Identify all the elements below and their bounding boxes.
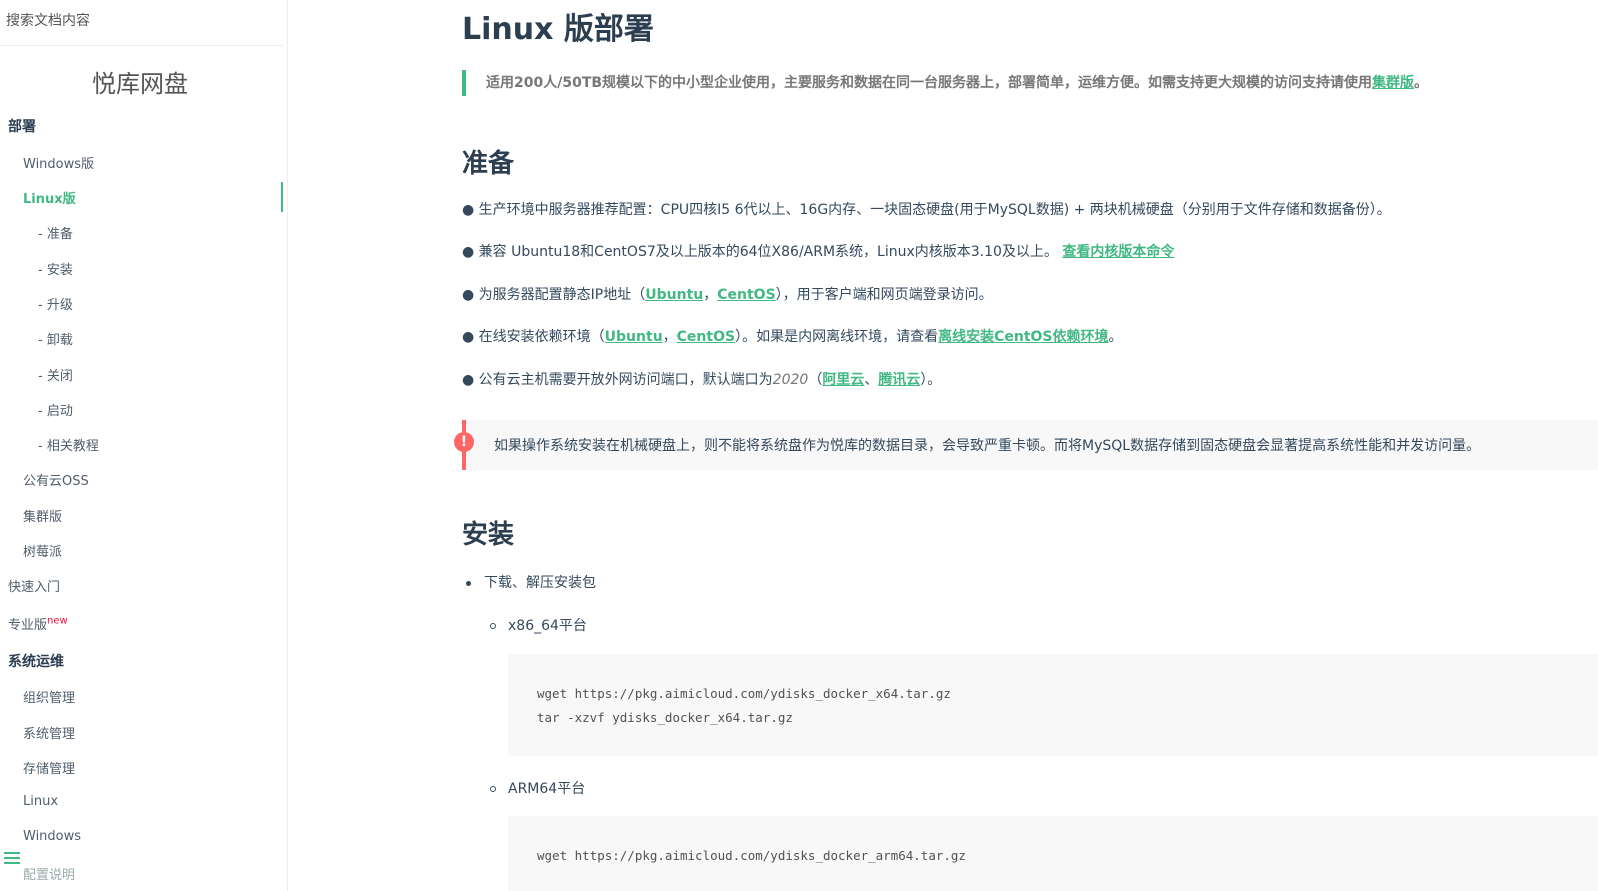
sidebar-item-oss[interactable]: 公有云OSS [23, 470, 89, 494]
new-badge: new [47, 615, 68, 627]
intro-quote-text: 适用200人/50TB规模以下的中小型企业使用，主要服务和数据在同一台服务器上，… [486, 75, 1373, 91]
sidebar-item-upgrade[interactable]: - 升级 [38, 294, 73, 318]
prepare-os-text: ● 兼容 Ubuntu18和CentOS7及以上版本的64位X86/ARM系统，… [462, 244, 1058, 260]
bullet-circle-icon [490, 623, 496, 629]
intro-quote: 适用200人/50TB规模以下的中小型企业使用，主要服务和数据在同一台服务器上，… [462, 70, 1428, 96]
sidebar-item-start[interactable]: - 启动 [38, 400, 73, 424]
sidebar-item-pro-label: 专业版 [8, 618, 48, 633]
sidebar: 悦库网盘 部署 Windows版 Linux版 - 准备 - 安装 - 升级 -… [0, 0, 288, 891]
sidebar-item-windows[interactable]: Windows版 [23, 153, 94, 177]
prepare-ip-sep: ， [703, 287, 718, 303]
main-content: Linux 版部署 适用200人/50TB规模以下的中小型企业使用，主要服务和数… [454, 0, 1598, 891]
prepare-item-hardware: ● 生产环境中服务器推荐配置：CPU四核I5 6代以上、16G内存、一块固态硬盘… [462, 202, 1391, 218]
ip-centos-link[interactable]: CentOS [717, 287, 775, 303]
sidebar-item-linux[interactable]: Linux版 [23, 188, 76, 212]
code-line: wget https://pkg.aimicloud.com/ydisks_do… [537, 848, 966, 863]
install-step-download-label: 下载、解压安装包 [484, 575, 596, 591]
warning-icon: ! [454, 432, 474, 452]
prepare-deps-text-c: 。 [1108, 329, 1123, 345]
sidebar-item-quickstart[interactable]: 快速入门 [8, 576, 60, 600]
default-port: 2020 [772, 372, 809, 388]
sidebar-section-deploy[interactable]: 部署 [8, 116, 36, 140]
bullet-circle-icon [490, 786, 496, 792]
prepare-deps-sep: ， [662, 329, 677, 345]
page-title: Linux 版部署 [462, 12, 654, 47]
deps-centos-link[interactable]: CentOS [677, 329, 735, 345]
prepare-port-sep: 、 [864, 372, 879, 388]
app-name[interactable]: 悦库网盘 [0, 64, 280, 99]
code-block-x86[interactable]: wget https://pkg.aimicloud.com/ydisks_do… [508, 654, 1598, 756]
install-x86-item: x86_64平台 [490, 615, 587, 635]
prepare-deps-text-a: ● 在线安装依赖环境（ [462, 329, 605, 345]
prepare-port-text-b: （ [808, 372, 823, 388]
warning-box: ! 如果操作系统安装在机械硬盘上，则不能将系统盘作为悦库的数据目录，会导致严重卡… [454, 420, 1598, 470]
sidebar-item-install[interactable]: - 安装 [38, 259, 73, 283]
search-input[interactable] [6, 10, 276, 32]
heading-prepare: 准备 [462, 149, 515, 179]
install-step-download: 下载、解压安装包 [466, 572, 596, 592]
code-line: tar -xzvf ydisks_docker_x64.tar.gz [537, 710, 793, 725]
warning-text: 如果操作系统安装在机械硬盘上，则不能将系统盘作为悦库的数据目录，会导致严重卡顿。… [494, 438, 1481, 454]
prepare-ip-text-b: ），用于客户端和网页端登录访问。 [775, 287, 993, 303]
aliyun-link[interactable]: 阿里云 [822, 372, 864, 388]
install-arm-item: ARM64平台 [490, 778, 585, 798]
prepare-item-os: ● 兼容 Ubuntu18和CentOS7及以上版本的64位X86/ARM系统，… [462, 241, 1174, 261]
sidebar-item-uninstall[interactable]: - 卸载 [38, 329, 73, 353]
active-indicator [281, 182, 283, 212]
search-box [0, 0, 283, 46]
sidebar-item-storage[interactable]: 存储管理 [23, 758, 75, 782]
cluster-link[interactable]: 集群版 [1372, 75, 1414, 91]
sidebar-item-org[interactable]: 组织管理 [23, 687, 75, 711]
intro-quote-end: 。 [1414, 75, 1429, 91]
code-line: wget https://pkg.aimicloud.com/ydisks_do… [537, 686, 951, 701]
heading-install: 安装 [462, 520, 515, 550]
prepare-ip-text-a: ● 为服务器配置静态IP地址（ [462, 287, 646, 303]
bullet-disc-icon [466, 580, 471, 586]
sidebar-item-stop[interactable]: - 关闭 [38, 365, 73, 389]
code-block-arm[interactable]: wget https://pkg.aimicloud.com/ydisks_do… [508, 816, 1598, 891]
prepare-item-deps: ● 在线安装依赖环境（Ubuntu，CentOS）。如果是内网离线环境，请查看离… [462, 326, 1123, 346]
tencent-cloud-link[interactable]: 腾讯云 [878, 372, 920, 388]
prepare-port-text-a: ● 公有云主机需要开放外网访问端口，默认端口为 [462, 372, 773, 388]
kernel-version-link[interactable]: 查看内核版本命令 [1062, 244, 1174, 260]
sidebar-item-ops-windows[interactable]: Windows [23, 829, 81, 853]
prepare-item-port: ● 公有云主机需要开放外网访问端口，默认端口为2020（阿里云、腾讯云）。 [462, 369, 941, 389]
sidebar-item-config[interactable]: 配置说明 [23, 864, 75, 888]
sidebar-item-system[interactable]: 系统管理 [23, 723, 75, 747]
install-x86-label: x86_64平台 [508, 618, 587, 634]
prepare-deps-text-b: ）。如果是内网离线环境，请查看 [735, 329, 939, 345]
prepare-item-ip: ● 为服务器配置静态IP地址（Ubuntu，CentOS），用于客户端和网页端登… [462, 284, 993, 304]
menu-toggle-icon[interactable] [4, 852, 20, 866]
sidebar-item-cluster[interactable]: 集群版 [23, 506, 62, 530]
deps-ubuntu-link[interactable]: Ubuntu [605, 329, 663, 345]
sidebar-item-prepare[interactable]: - 准备 [38, 223, 73, 247]
sidebar-section-ops[interactable]: 系统运维 [8, 651, 64, 675]
sidebar-item-pro[interactable]: 专业版new [8, 614, 68, 638]
offline-deps-link[interactable]: 离线安装CentOS依赖环境 [938, 329, 1108, 345]
sidebar-item-tutorials[interactable]: - 相关教程 [38, 435, 99, 459]
prepare-port-text-c: ）。 [920, 372, 942, 388]
install-arm-label: ARM64平台 [508, 781, 586, 797]
sidebar-item-ops-linux[interactable]: Linux [23, 794, 58, 818]
ip-ubuntu-link[interactable]: Ubuntu [645, 287, 703, 303]
sidebar-item-raspberry[interactable]: 树莓派 [23, 541, 62, 565]
